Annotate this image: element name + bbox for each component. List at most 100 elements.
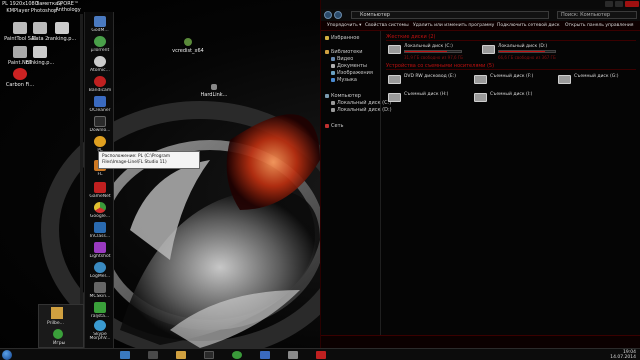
dock-item-godmode[interactable]: GodM... xyxy=(88,16,112,33)
nav-item-label: Сеть xyxy=(331,123,344,129)
taskbar-app-icon[interactable] xyxy=(204,351,214,359)
address-input[interactable]: Компьютер xyxy=(351,11,549,19)
explorer-content: Жесткие диски (2) Локальный диск (C:) 31… xyxy=(382,31,640,335)
music-icon xyxy=(331,77,335,82)
nav-item-music[interactable]: Музыка xyxy=(331,77,357,83)
nav-item-favorites[interactable]: Избранное xyxy=(325,35,359,41)
games-icon xyxy=(53,329,63,339)
hard-drive-icon xyxy=(388,45,401,54)
picture-icon xyxy=(331,70,335,75)
map-network-drive-button[interactable]: Подключить сетевой диск xyxy=(497,23,560,28)
drive-free-space: 66,6 ГБ свободно из 367 ГБ xyxy=(498,55,556,60)
hard-drive-icon xyxy=(482,45,495,54)
drive-usage-bar xyxy=(498,50,556,53)
dock-item-utorrent[interactable]: µTorrent xyxy=(88,36,112,53)
games-gadget[interactable]: Prilbe... Игры xyxy=(38,304,84,348)
taskbar-app-icon[interactable] xyxy=(288,351,298,359)
dvd-drive-icon xyxy=(388,75,401,84)
taskbar-explorer-icon[interactable] xyxy=(176,351,186,359)
removable-drive-icon xyxy=(388,93,401,102)
dock-item-label: µTorrent xyxy=(90,48,110,53)
raljsta-icon xyxy=(94,302,106,313)
dock-item-downloads[interactable]: Downlo... xyxy=(88,116,112,133)
desktop-icon-label: ranking.p... xyxy=(25,60,55,66)
start-button[interactable] xyxy=(2,350,12,360)
gamenet-icon xyxy=(94,182,106,193)
desktop-icon-note[interactable]: Заметка (08.06.2014) xyxy=(36,1,62,7)
dock-item-inclass[interactable]: InClass... xyxy=(88,222,112,239)
desktop-icon-ranking-2[interactable]: ranking.p... xyxy=(22,46,58,66)
drive-h[interactable]: Съемный диск (H:) xyxy=(388,91,468,109)
image-file-icon xyxy=(55,22,69,34)
nav-item-libraries[interactable]: Библиотеки xyxy=(325,49,363,55)
dock-item-label: LogMeI... xyxy=(89,274,111,279)
dock-scrollbar[interactable] xyxy=(80,14,83,344)
open-control-panel-button[interactable]: Открыть панель управления xyxy=(565,23,633,28)
dock-item-raljsta[interactable]: raljsta... xyxy=(88,302,112,319)
bandicam-icon xyxy=(94,76,106,87)
organize-button[interactable]: Упорядочить ▾ xyxy=(327,23,361,28)
minimize-button[interactable] xyxy=(605,1,613,7)
dock-item-ccleaner[interactable]: OCleaner xyxy=(88,96,112,113)
system-properties-button[interactable]: Свойства системы xyxy=(365,23,409,28)
forward-button[interactable] xyxy=(334,11,342,19)
desktop-icon-vcredist[interactable]: vcredist_x64 xyxy=(168,38,208,54)
desktop-icon-label: PL 1920x1080 xyxy=(2,1,38,7)
dock-item-bandicam[interactable]: Bandicam xyxy=(88,76,112,93)
dock-item-morphvox[interactable]: MorphV... xyxy=(88,336,112,341)
command-bar: Упорядочить ▾ Свойства системы Удалить и… xyxy=(321,21,640,31)
desktop-icon-ranking-1[interactable]: ranking.p... xyxy=(44,22,80,42)
nav-item-label: Библиотеки xyxy=(331,49,363,55)
drive-i[interactable]: Съемный диск (I:) xyxy=(474,91,554,109)
dock-item-google-chrome[interactable]: Google... xyxy=(88,202,112,219)
desktop-icon-hardlink[interactable]: HardLink... xyxy=(196,84,232,98)
nav-item-label: Видео xyxy=(337,56,354,62)
dock-item-logmein[interactable]: LogMeI... xyxy=(88,262,112,279)
nav-item-computer[interactable]: Компьютер xyxy=(325,93,361,99)
nav-item-label: Музыка xyxy=(337,77,357,83)
desktop-icon-pl-1920x1080[interactable]: PL 1920x1080 xyxy=(2,1,38,7)
taskbar-ie-icon[interactable] xyxy=(120,351,130,359)
nav-item-label: Изображения xyxy=(337,70,373,76)
dock-item-gamenet[interactable]: GameNet xyxy=(88,182,112,199)
desktop-icon-label: Carbon Fi... xyxy=(5,82,35,88)
back-button[interactable] xyxy=(324,11,332,19)
dock-item-lightshot[interactable]: Lightshot xyxy=(88,242,112,259)
taskbar-app-icon[interactable] xyxy=(316,351,326,359)
library-icon xyxy=(325,49,329,54)
drive-d[interactable]: Локальный диск (D:) 66,6 ГБ свободно из … xyxy=(482,43,562,61)
taskbar-media-icon[interactable] xyxy=(148,351,158,359)
close-button[interactable] xyxy=(625,1,639,7)
dock-item-mcskin[interactable]: MCSkin... xyxy=(88,282,112,299)
system-clock[interactable]: 19:04 14.07.2014 xyxy=(610,350,636,360)
drive-g[interactable]: Съемный диск (G:) xyxy=(558,73,638,91)
shortcut-tooltip: Расположение: PL (C:\Program Files\Image… xyxy=(98,151,200,169)
group-divider xyxy=(386,69,636,70)
maximize-button[interactable] xyxy=(615,1,623,7)
dock-item-skype[interactable]: Skype xyxy=(88,320,112,337)
uninstall-program-button[interactable]: Удалить или изменить программу xyxy=(413,23,494,28)
desktop-icon-label: ranking.p... xyxy=(47,36,77,42)
nav-item-video[interactable]: Видео xyxy=(331,56,353,62)
navigation-pane: Избранное Библиотеки Видео Документы Изо… xyxy=(321,31,392,335)
drive-c[interactable]: Локальный диск (C:) 31,9 ГБ свободно из … xyxy=(388,43,468,61)
drive-e[interactable]: DVD RW дисковод (E:) xyxy=(388,73,468,91)
drive-name: Съемный диск (I:) xyxy=(490,92,533,97)
skype-icon xyxy=(94,320,106,331)
drive-f[interactable]: Съемный диск (F:) xyxy=(474,73,554,91)
dock-item-label: GodM... xyxy=(91,28,109,33)
chrome-icon xyxy=(94,202,106,213)
taskbar-chrome-icon[interactable] xyxy=(232,351,242,359)
dock-item-label: OCleaner xyxy=(89,108,111,113)
desktop-icon-label: vcredist_x64 xyxy=(172,48,204,54)
explorer-window: Компьютер Поиск: Компьютер Упорядочить ▾… xyxy=(320,0,640,348)
nav-item-pictures[interactable]: Изображения xyxy=(331,70,373,76)
dock-item-atomic[interactable]: Atomic... xyxy=(88,56,112,73)
vertical-app-dock: GodM... µTorrent Atomic... Bandicam OCle… xyxy=(84,12,114,348)
desktop-icon-carbon-fiber[interactable]: Carbon Fi... xyxy=(2,68,38,88)
drive-name: Съемный диск (F:) xyxy=(490,74,534,79)
nav-item-documents[interactable]: Документы xyxy=(331,63,367,69)
taskbar-app-icon[interactable] xyxy=(260,351,270,359)
nav-item-network[interactable]: Сеть xyxy=(325,123,343,129)
search-input[interactable]: Поиск: Компьютер xyxy=(557,11,637,19)
